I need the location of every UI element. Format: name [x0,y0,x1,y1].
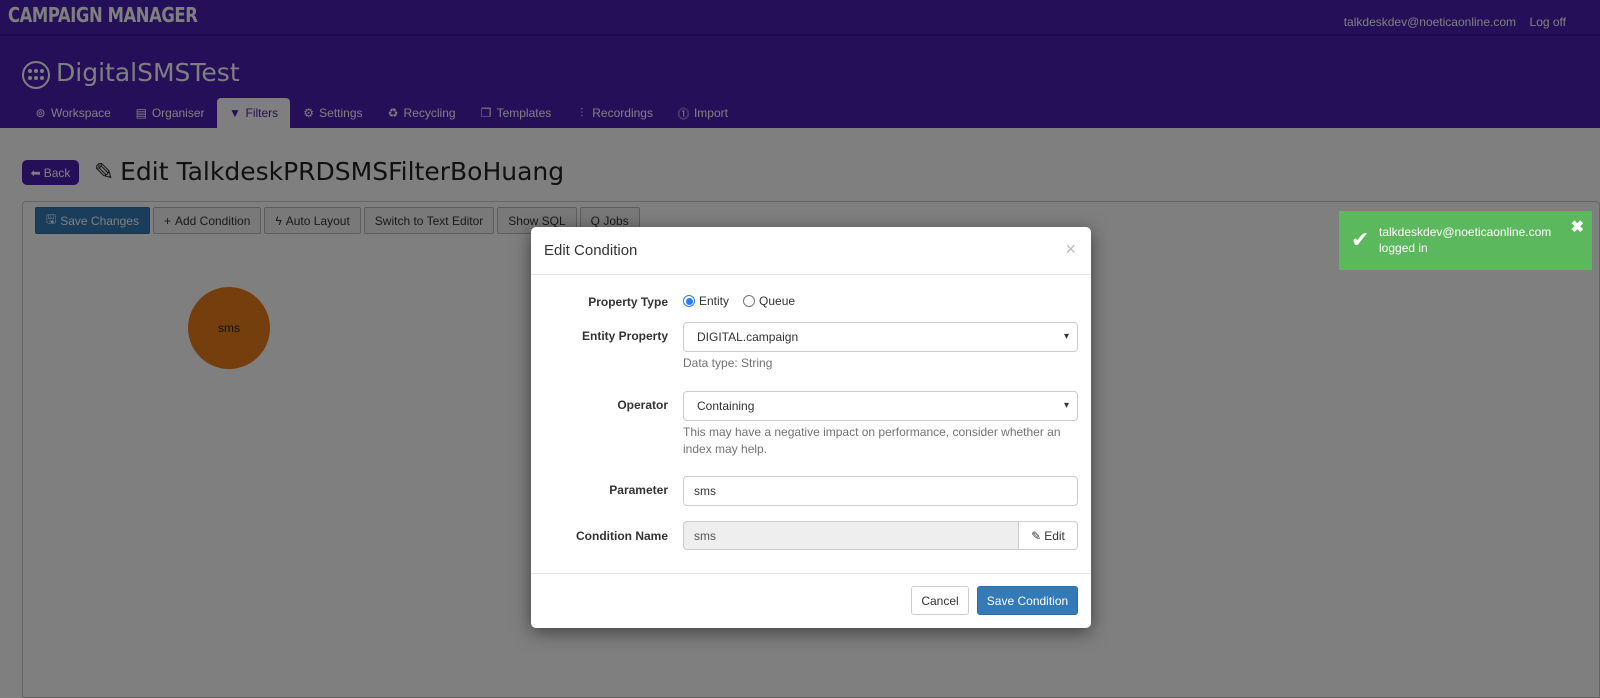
parameter-label: Parameter [609,483,668,497]
modal-title: Edit Condition [544,242,638,259]
property-type-radio-group: Entity Queue [683,294,795,308]
modal-close-icon[interactable]: × [1065,239,1076,260]
radio-queue[interactable]: Queue [743,294,795,308]
operator-help: This may have a negative impact on perfo… [683,425,1061,456]
chevron-down-icon: ▾ [1063,400,1069,411]
entity-property-label: Entity Property [581,329,668,343]
edit-label: Edit [1044,528,1065,543]
edit-condition-modal: Edit Condition × Property Type Entity Qu… [531,227,1091,628]
entity-property-select[interactable]: DIGITAL.campaign ▾ [683,322,1078,352]
cancel-button[interactable]: Cancel [911,586,969,615]
chevron-down-icon: ▾ [1063,331,1069,342]
parameter-input[interactable]: sms [683,476,1078,506]
check-icon: ✔ [1351,227,1370,252]
operator-value: Containing [697,399,755,413]
condition-name-value: sms [694,528,716,543]
data-type-help: Data type: String [683,356,773,370]
radio-entity[interactable]: Entity [683,294,729,308]
save-condition-button[interactable]: Save Condition [977,586,1078,615]
modal-footer: Cancel Save Condition [531,573,1091,628]
toast-message: talkdeskdev@noeticaonline.com logged in [1379,224,1559,256]
property-type-label: Property Type [588,295,668,309]
login-toast: ✔ talkdeskdev@noeticaonline.com logged i… [1339,211,1592,270]
radio-queue-control[interactable] [743,295,756,307]
radio-entity-label: Entity [699,294,730,308]
pencil-icon: ✎ [1031,528,1042,543]
parameter-value: sms [694,484,716,498]
toast-line-2: logged in [1379,241,1428,255]
operator-select[interactable]: Containing ▾ [683,391,1078,421]
toast-close-icon[interactable]: ✖ [1571,217,1584,237]
modal-header: Edit Condition × [531,227,1091,275]
entity-property-value: DIGITAL.campaign [697,330,799,344]
radio-entity-control[interactable] [683,295,695,307]
radio-queue-label: Queue [759,294,796,308]
operator-label: Operator [617,398,668,412]
condition-name-edit-button[interactable]: ✎ Edit [1018,521,1078,550]
toast-line-1: talkdeskdev@noeticaonline.com [1379,225,1552,239]
condition-name-input: sms [683,521,1018,550]
condition-name-label: Condition Name [576,529,668,543]
